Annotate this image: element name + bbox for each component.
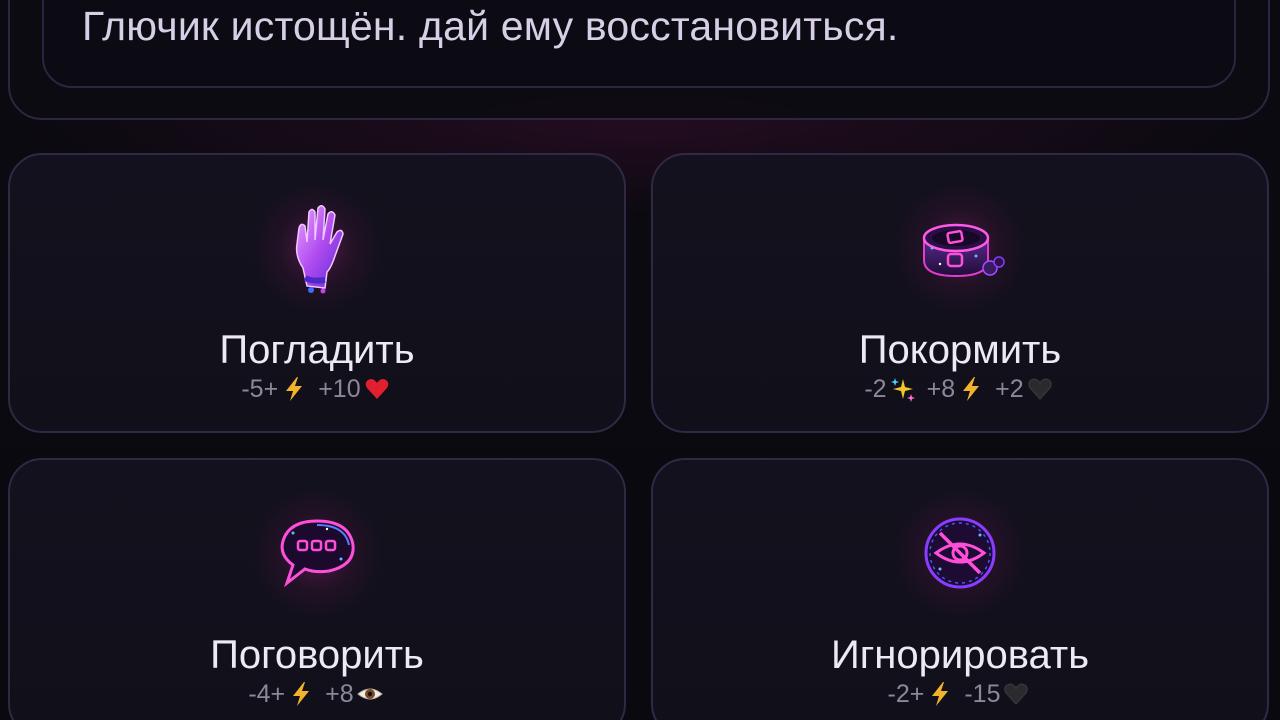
stat-value: -15 — [964, 680, 1001, 709]
eye-slash-icon — [890, 488, 1030, 618]
lightning-icon — [280, 375, 308, 403]
action-title: Поговорить — [210, 633, 424, 677]
action-title: Покормить — [858, 328, 1062, 372]
stat-value: -5+ — [241, 375, 279, 404]
lightning-icon — [926, 680, 954, 708]
stat-value: -2+ — [887, 680, 925, 709]
stat-value: -4+ — [248, 680, 286, 709]
black-heart-icon — [1026, 375, 1054, 403]
speech-bubble-icon — [247, 488, 387, 618]
stat-value: +8 — [325, 680, 354, 709]
black-heart-icon — [1002, 680, 1030, 708]
action-stats: -2+ -15 — [653, 678, 1267, 709]
sparkles-icon — [889, 375, 917, 403]
stat-value: +2 — [995, 375, 1024, 404]
hand-icon — [247, 183, 387, 313]
stat-value: +8 — [926, 375, 956, 404]
talk-action-card[interactable]: Поговорить -4+ +8 — [8, 458, 626, 720]
feed-action-card[interactable]: Покормить -2 +8 +2 — [651, 153, 1269, 433]
game-screen: Глючик истощён. дай ему восстановиться. … — [0, 0, 1280, 720]
action-title: Игнорировать — [830, 633, 1090, 677]
action-stats: -5+ +10 — [10, 373, 624, 404]
status-message: Глючик истощён. дай ему восстановиться. — [82, 3, 899, 49]
action-stats: -4+ +8 — [10, 678, 624, 709]
food-bowl-icon — [890, 183, 1030, 313]
pet-action-card[interactable]: Погладить -5+ +10 — [8, 153, 626, 433]
action-title: Погладить — [219, 328, 415, 372]
action-stats: -2 +8 +2 — [653, 373, 1267, 404]
lightning-icon — [957, 375, 985, 403]
ignore-action-card[interactable]: Игнорировать -2+ -15 — [651, 458, 1269, 720]
lightning-icon — [287, 680, 315, 708]
heart-icon — [363, 375, 391, 403]
stat-value: +10 — [318, 375, 361, 404]
eye-icon — [356, 680, 384, 708]
stat-value: -2 — [864, 375, 887, 404]
